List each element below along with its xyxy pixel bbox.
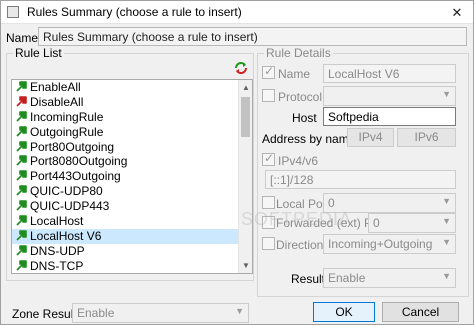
list-item-label: Port8080Outgoing [30,154,128,169]
list-item-label: EnableAll [30,80,81,94]
title-bar: Rules Summary (choose a rule to insert) … [1,1,473,24]
green-arrow-icon [16,215,27,226]
list-item-label: LocalHost V6 [30,228,102,243]
chevron-down-icon: ▼ [442,196,451,206]
chevron-down-icon: ▼ [442,216,451,226]
direction-select[interactable]: Incoming+Outgoing ▼ [323,234,456,254]
zone-result-select[interactable]: Enable ▼ [72,303,249,323]
list-scrollbar[interactable]: ▲ ▼ [238,80,252,273]
protocol-checkbox[interactable] [262,89,275,102]
direction-label: Direction [276,238,324,252]
direction-value: Incoming+Outgoing [328,237,433,251]
list-item[interactable]: LocalHost [12,214,252,229]
ok-button[interactable]: OK [313,302,375,322]
list-item[interactable]: Port443Outgoing [12,169,252,184]
scroll-up-arrow-icon[interactable]: ▲ [239,80,252,95]
window-title: Rules Summary (choose a rule to insert) [27,5,242,19]
green-arrow-icon [16,110,27,122]
list-item-label: DNS-TCP [30,258,84,273]
list-item[interactable]: DisableAll [12,95,252,110]
green-arrow-icon [16,244,27,256]
list-item-label: IncomingRule [30,109,104,124]
ipv4v6-checkbox[interactable] [262,151,275,166]
scroll-thumb[interactable] [241,97,250,137]
list-item[interactable]: LocalHost V6 [12,228,252,244]
chevron-down-icon: ▼ [235,306,244,316]
list-item-label: Port443Outgoing [30,169,121,184]
list-item[interactable]: Port8080Outgoing [12,154,252,169]
name-label: Name [6,31,39,45]
host-label: Host [292,111,317,125]
direction-checkbox[interactable] [262,237,275,250]
list-item[interactable]: DNS-TCP [12,258,252,273]
rule-list[interactable]: EnableAll DisableAll IncomingRule OutgoingR… [11,79,253,274]
protocol-label: Protocol [278,90,323,104]
forwarded-port-select[interactable]: 0 ▼ [368,213,456,233]
list-item[interactable]: DNS-UDP [12,244,252,259]
detail-name-label: Name [278,67,311,81]
ipv4-button[interactable]: IPv4 [347,128,394,147]
scroll-down-arrow-icon[interactable]: ▼ [239,258,252,273]
refresh-icon[interactable] [234,61,248,75]
local-port-checkbox[interactable] [262,196,275,209]
cancel-button[interactable]: Cancel [382,302,459,322]
close-button[interactable]: ✕ [441,1,473,24]
zone-result-label: Zone Result [12,307,77,321]
chevron-down-icon: ▼ [442,89,451,99]
list-item-label: Port80Outgoing [30,139,115,154]
green-arrow-icon [16,170,27,181]
ipv6-button[interactable]: IPv6 [397,128,456,147]
list-item[interactable]: QUIC-UDP443 [12,199,252,214]
chevron-down-icon: ▼ [442,271,451,281]
result-value: Enable [328,271,366,285]
local-port-value: 0 [328,196,335,210]
address-by-name-label: Address by name [262,132,356,146]
softpedia-watermark: SOFTPEDIA [241,209,353,229]
list-item[interactable]: Port80Outgoing [12,140,252,155]
ip-address-field[interactable]: [::1]/128 [265,170,456,189]
list-item-label: LocalHost [30,214,84,229]
zone-result-value: Enable [77,306,115,320]
list-item[interactable]: IncomingRule [12,110,252,125]
green-arrow-icon [16,230,27,241]
green-arrow-icon [16,140,27,152]
green-arrow-icon [16,200,27,211]
red-arrow-icon [16,96,27,107]
name-checkbox[interactable] [262,64,275,79]
protocol-select[interactable]: ▼ [323,86,456,106]
green-arrow-icon [16,81,27,92]
name-field[interactable]: Rules Summary (choose a rule to insert) [38,27,467,46]
green-arrow-icon [16,125,27,137]
green-arrow-icon [16,185,27,196]
list-item-label: QUIC-UDP443 [30,199,110,214]
chevron-down-icon: ▼ [442,237,451,247]
window-icon [7,6,19,18]
green-arrow-icon [16,259,27,271]
result-select[interactable]: Enable ▼ [323,268,456,288]
ipv4v6-label: IPv4/v6 [278,154,319,168]
result-label: Result [291,272,326,286]
list-item[interactable]: OutgoingRule [12,125,252,140]
host-input[interactable]: Softpedia [323,107,456,126]
list-item[interactable]: QUIC-UDP80 [12,184,252,199]
list-item-label: OutgoingRule [30,124,104,139]
detail-name-field[interactable]: LocalHost V6 [323,64,456,83]
list-item-label: DisableAll [30,94,84,109]
rules-summary-dialog: Rules Summary (choose a rule to insert) … [0,0,474,325]
rule-list-legend: Rule List [13,46,64,60]
forwarded-port-value: 0 [373,216,380,230]
list-item-label: DNS-UDP [30,243,85,258]
list-item-label: QUIC-UDP80 [30,184,103,199]
rule-details-legend: Rule Details [264,46,333,60]
list-item[interactable]: EnableAll [12,80,252,95]
green-arrow-icon [16,155,27,167]
